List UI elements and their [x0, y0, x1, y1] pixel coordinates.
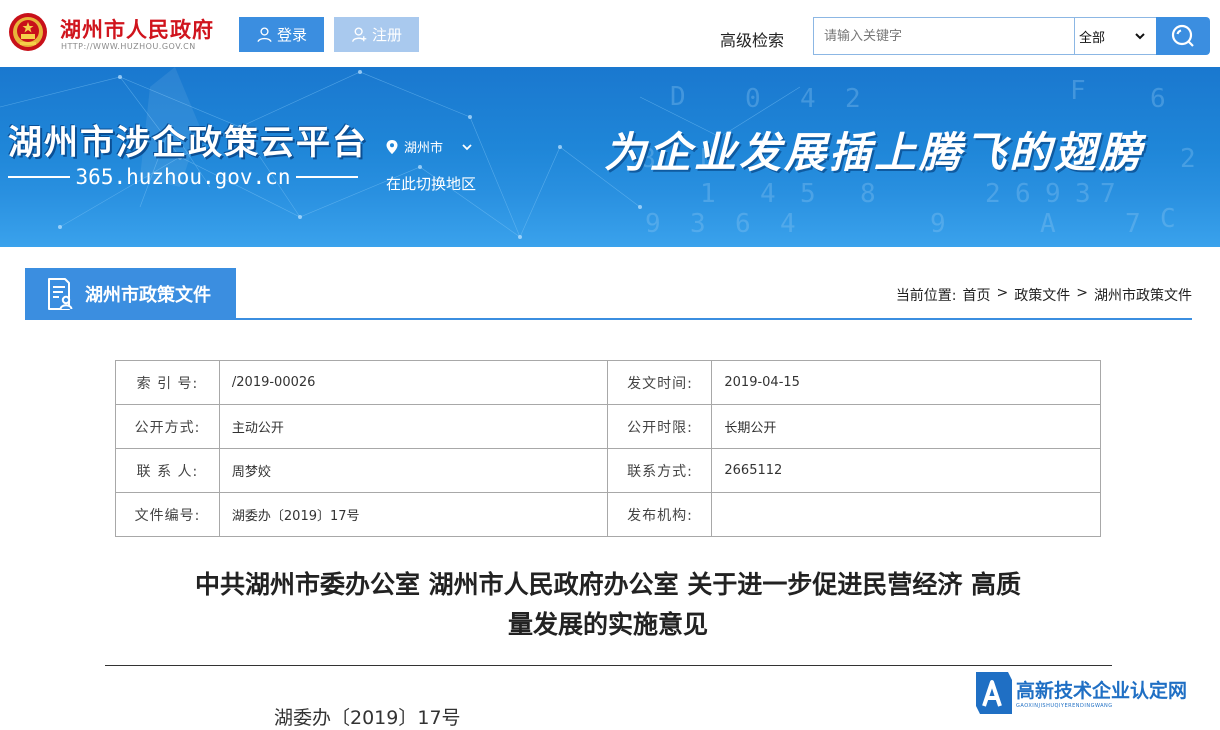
advanced-search-link[interactable]: 高级检索	[720, 27, 784, 51]
url-rule-left	[8, 176, 70, 178]
search-icon	[1171, 24, 1194, 47]
breadcrumb-separator: >	[1076, 285, 1088, 301]
document-user-icon	[48, 277, 73, 310]
breadcrumb-home[interactable]: 首页	[963, 285, 991, 305]
watermark-logo-icon	[976, 671, 1012, 714]
table-row: 联 系 人: 周梦姣 联系方式: 2665112	[115, 448, 1101, 493]
search-button[interactable]	[1156, 17, 1210, 55]
meta-value: 2665112	[711, 448, 1101, 493]
banner-deco-digit: D	[670, 82, 686, 112]
watermark-en: GAOXINJISHUQIYERENDINGWANG	[1016, 703, 1113, 709]
section-title: 湖州市政策文件	[85, 284, 211, 306]
banner-deco-digit: 1	[700, 179, 716, 209]
document-meta-table: 索 引 号: /2019-00026 发文时间: 2019-04-15 公开方式…	[115, 360, 1101, 537]
banner-deco-digit: 9	[930, 209, 946, 239]
banner-deco-digit: C	[1160, 204, 1176, 234]
banner-deco-digit: 7	[1125, 209, 1141, 239]
banner-deco-digit: 3	[1075, 179, 1091, 209]
banner-deco-digit: 5	[800, 179, 816, 209]
search-scope-value: 全部	[1079, 30, 1106, 46]
site-name[interactable]: 湖州市人民政府	[60, 14, 214, 44]
banner-deco-digit: A	[1040, 209, 1056, 239]
banner-deco-digit: 0	[745, 84, 761, 114]
site-url: HTTP://WWW.HUZHOU.GOV.CN	[61, 42, 196, 51]
platform-url: 365.huzhou.gov.cn	[8, 165, 358, 189]
title-divider	[105, 665, 1112, 666]
meta-value: 2019-04-15	[711, 360, 1101, 405]
document-title: 中共湖州市委办公室 湖州市人民政府办公室 关于进一步促进民营经济 高质 量发展的…	[98, 565, 1118, 645]
meta-label: 公开方式:	[115, 404, 220, 449]
watermark-cn: 高新技术企业认定网	[1016, 680, 1188, 702]
register-button[interactable]: 注册	[334, 17, 419, 52]
meta-value: 周梦姣	[218, 448, 609, 493]
breadcrumb-prefix: 当前位置:	[895, 288, 957, 304]
section-tab[interactable]: 湖州市政策文件	[25, 268, 236, 319]
meta-label: 公开时限:	[607, 404, 713, 449]
meta-label: 联 系 人:	[115, 448, 220, 493]
top-bar: 湖州市人民政府 HTTP://WWW.HUZHOU.GOV.CN 登录 注册 高…	[0, 0, 1220, 67]
banner-deco-digit: 4	[800, 84, 816, 114]
meta-value: 主动公开	[218, 404, 609, 449]
banner-deco-digit: 8	[860, 179, 876, 209]
banner-deco-digit: 3	[690, 209, 706, 239]
meta-label: 文件编号:	[115, 492, 220, 537]
meta-value	[711, 492, 1101, 537]
login-button[interactable]: 登录	[239, 17, 324, 52]
search-input[interactable]	[813, 17, 1075, 55]
add-user-icon	[352, 27, 367, 42]
banner-deco-digit: 6	[1150, 84, 1166, 114]
banner-deco-digit: 2	[1180, 144, 1196, 174]
meta-value: 湖委办〔2019〕17号	[218, 492, 609, 537]
breadcrumb: 当前位置: 首页 > 政策文件 > 湖州市政策文件	[896, 285, 1192, 305]
meta-value: /2019-00026	[218, 360, 609, 405]
banner-deco-digit: 9	[645, 209, 661, 239]
table-row: 文件编号: 湖委办〔2019〕17号 发布机构:	[115, 492, 1101, 537]
banner-deco-digit: 2	[985, 179, 1001, 209]
banner-deco-digit: 4	[780, 209, 796, 239]
banner-deco-digit: 9	[1045, 179, 1061, 209]
table-row: 公开方式: 主动公开 公开时限: 长期公开	[115, 404, 1101, 449]
meta-label: 发布机构:	[607, 492, 713, 537]
platform-url-text: 365.huzhou.gov.cn	[75, 165, 291, 189]
login-label: 登录	[276, 26, 307, 44]
section-underline	[25, 318, 1192, 320]
banner-deco-digit: F	[1070, 76, 1086, 106]
region-name: 湖州市	[404, 141, 444, 156]
user-icon	[257, 27, 272, 43]
national-emblem-icon	[9, 13, 47, 51]
meta-label: 发文时间:	[607, 360, 713, 405]
watermark-badge: 高新技术企业认定网 GAOXINJISHUQIYERENDINGWANG	[972, 668, 1220, 717]
meta-label: 联系方式:	[607, 448, 713, 493]
platform-banner: D042F614582693793647A98B2EC 湖州市涉企政策云平台 3…	[0, 67, 1220, 247]
banner-deco-digit: 2	[845, 84, 861, 114]
banner-deco-digit: 7	[1100, 179, 1116, 209]
region-selector[interactable]: 湖州市	[386, 137, 473, 156]
banner-deco-digit: 6	[1015, 179, 1031, 209]
breadcrumb-policy-files[interactable]: 政策文件	[1014, 285, 1070, 305]
platform-title: 湖州市涉企政策云平台	[8, 123, 368, 163]
chevron-down-icon	[462, 143, 472, 150]
document-title-line: 中共湖州市委办公室 湖州市人民政府办公室 关于进一步促进民营经济 高质	[194, 570, 1022, 599]
watermark-text: 高新技术企业认定网 GAOXINJISHUQIYERENDINGWANG	[1016, 676, 1187, 709]
register-label: 注册	[371, 26, 402, 44]
meta-label: 索 引 号:	[115, 360, 220, 405]
breadcrumb-separator: >	[996, 285, 1009, 301]
banner-deco-digit: 4	[760, 179, 776, 209]
region-switch-link[interactable]: 在此切换地区	[386, 173, 476, 194]
content-panel: 湖州市政策文件 当前位置: 首页 > 政策文件 > 湖州市政策文件 索 引 号:…	[8, 247, 1212, 729]
document-title-line: 量发展的实施意见	[507, 610, 708, 639]
banner-slogan: 为企业发展插上腾飞的翅膀	[604, 128, 1145, 177]
table-row: 索 引 号: /2019-00026 发文时间: 2019-04-15	[115, 360, 1101, 405]
meta-value: 长期公开	[711, 404, 1101, 449]
search-scope-select[interactable]: 全部	[1074, 17, 1156, 55]
location-pin-icon	[386, 139, 398, 154]
url-rule-right	[296, 176, 358, 178]
breadcrumb-huzhou-policy-files[interactable]: 湖州市政策文件	[1094, 285, 1192, 305]
chevron-down-icon	[1135, 33, 1145, 40]
banner-deco-digit: 6	[735, 209, 751, 239]
